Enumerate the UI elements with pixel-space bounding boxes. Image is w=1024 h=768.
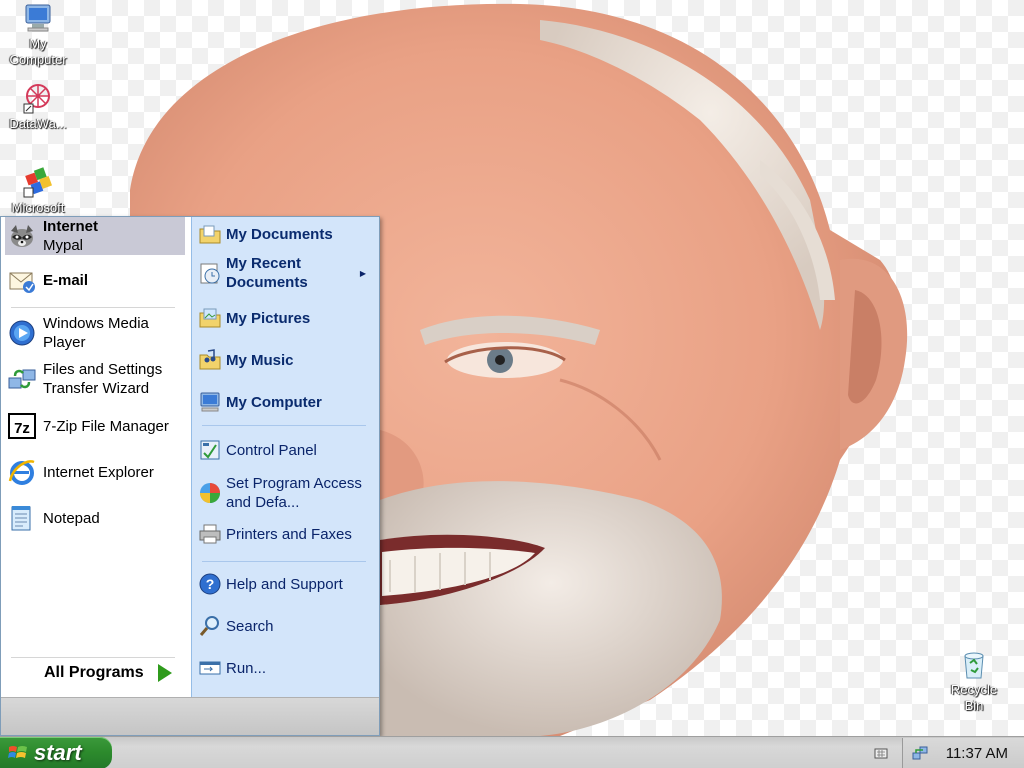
printer-icon [198, 522, 222, 546]
desktop-icon-my-computer[interactable]: My Computer [0, 2, 76, 68]
run-icon [198, 656, 222, 680]
start-menu-left-pane: Internet Mypal E-mail Windows Media Play… [1, 217, 191, 697]
folder-music-icon [198, 348, 222, 372]
computer-icon [22, 2, 54, 34]
desktop-icon-recycle-bin[interactable]: Recycle Bin [936, 648, 1012, 714]
desktop-icon-label: My Computer [9, 36, 67, 67]
folder-documents-icon [198, 222, 222, 246]
start-menu-separator [202, 561, 366, 562]
start-item-subtitle: Mypal [43, 237, 84, 254]
internet-explorer-icon [5, 455, 39, 489]
help-icon: ? [198, 572, 222, 596]
microsoft-shortcut-icon [22, 166, 54, 198]
tool-help-support[interactable]: ? Help and Support [198, 571, 374, 597]
start-item-label: Internet Explorer [43, 463, 154, 481]
computer-icon [198, 390, 222, 414]
search-icon [198, 614, 222, 638]
system-label: Printers and Faxes [226, 525, 352, 543]
start-menu-right-pane: My Documents My Recent Documents ▶ My Pi… [191, 217, 379, 697]
notepad-icon [5, 501, 39, 535]
windows-logo-icon [8, 743, 28, 763]
start-item-internet[interactable]: Internet Mypal [5, 217, 185, 255]
mypal-raccoon-icon [5, 219, 39, 253]
system-control-panel[interactable]: Control Panel [198, 437, 374, 463]
start-item-email[interactable]: E-mail [5, 263, 185, 297]
place-my-recent-documents[interactable]: My Recent Documents ▶ [198, 253, 374, 293]
network-icon[interactable] [911, 744, 929, 766]
recycle-bin-icon [958, 648, 990, 680]
email-icon [5, 263, 39, 297]
tool-label: Help and Support [226, 575, 343, 593]
start-menu-separator [11, 657, 175, 658]
taskbar: start 11:37 AM [0, 736, 1024, 768]
place-my-documents[interactable]: My Documents [198, 221, 374, 247]
start-menu-footer [1, 697, 379, 735]
start-item-line1: Files and Settings [43, 361, 163, 378]
place-label: My Documents [226, 225, 333, 243]
keyboard-icon[interactable] [874, 746, 888, 763]
all-programs-label: All Programs [44, 664, 144, 681]
place-line1: My Recent [226, 255, 302, 272]
desktop-icon-label: Recycle Bin [950, 682, 998, 713]
place-label: My Music [226, 351, 294, 369]
recent-documents-icon [198, 261, 222, 285]
start-label: start [34, 740, 82, 765]
desktop-icon-microsoft[interactable]: Microsoft [0, 166, 76, 216]
clock[interactable]: 11:37 AM [946, 745, 1008, 762]
tool-label: Run... [226, 659, 267, 677]
arrow-right-icon [157, 664, 172, 682]
tool-search[interactable]: Search [198, 613, 374, 639]
submenu-arrow-icon: ▶ [359, 268, 366, 278]
system-set-program-access[interactable]: Set Program Access and Defa... [198, 473, 374, 513]
media-player-icon [5, 316, 39, 350]
start-item-line2: Transfer Wizard [43, 380, 150, 397]
start-item-label: Notepad [43, 509, 100, 527]
place-my-pictures[interactable]: My Pictures [198, 305, 374, 331]
place-my-music[interactable]: My Music [198, 347, 374, 373]
system-line1: Set Program [226, 475, 311, 492]
start-item-label: 7-Zip File Manager [43, 417, 169, 435]
all-programs-button[interactable]: All Programs [44, 664, 172, 682]
start-item-title: Internet [43, 218, 99, 235]
place-label: My Computer [226, 393, 322, 411]
start-item-transfer-wizard[interactable]: Files and Settings Transfer Wizard [5, 359, 185, 399]
svg-text:7z: 7z [14, 420, 30, 437]
start-menu-separator [11, 307, 175, 308]
control-panel-icon [198, 438, 222, 462]
place-my-computer[interactable]: My Computer [198, 389, 374, 415]
start-item-line2: Player [43, 334, 86, 351]
svg-text:?: ? [206, 576, 215, 592]
system-tray: 11:37 AM [902, 738, 1024, 768]
start-menu-separator [202, 425, 366, 426]
transfer-wizard-icon [5, 362, 39, 396]
start-item-7zip[interactable]: 7z 7-Zip File Manager [5, 409, 185, 443]
desktop-icon-datawatch[interactable]: DataWa... [0, 82, 76, 132]
start-item-line1: Windows Media [43, 315, 149, 332]
desktop-icon-label: DataWa... [9, 116, 67, 131]
tool-run[interactable]: Run... [198, 655, 374, 681]
system-printers-faxes[interactable]: Printers and Faxes [198, 521, 374, 547]
start-item-internet-explorer[interactable]: Internet Explorer [5, 455, 185, 489]
place-line2: Documents [226, 274, 308, 291]
start-item-media-player[interactable]: Windows Media Player [5, 313, 185, 353]
set-program-access-icon [198, 481, 222, 505]
datawatch-shortcut-icon [22, 82, 54, 114]
start-item-notepad[interactable]: Notepad [5, 501, 185, 535]
start-menu: Internet Mypal E-mail Windows Media Play… [0, 216, 380, 736]
start-button[interactable]: start [0, 737, 112, 768]
tool-label: Search [226, 617, 274, 635]
system-label: Control Panel [226, 441, 317, 459]
place-label: My Pictures [226, 309, 311, 327]
folder-pictures-icon [198, 306, 222, 330]
7zip-icon: 7z [5, 409, 39, 443]
start-item-label: E-mail [43, 271, 89, 289]
desktop-icon-label: Microsoft [11, 200, 65, 215]
